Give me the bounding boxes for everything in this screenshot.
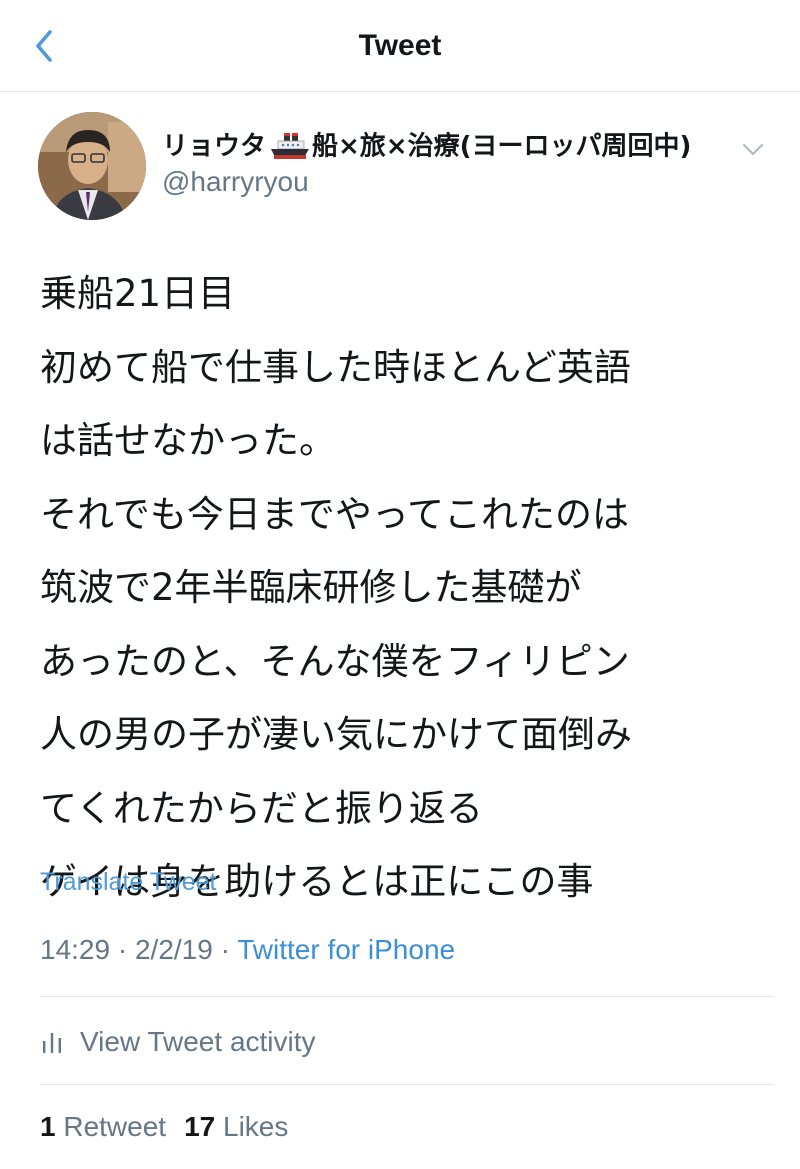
tweet-text-line: てくれたからだと振り返る [40,786,483,830]
tweet-detail-page: Tweet リョウタ 船×旅×治療(ヨーロッパ周回中) @harryryou 乗… [0,0,800,1169]
translate-tweet-link[interactable]: Translate Tweet [40,864,216,900]
tweet-text-line: 人の男の子が凄い気にかけて面倒み [40,713,632,756]
tweet-text-line: それでも今日までやってこれたのは [40,492,630,536]
meta-separator: · [220,934,230,965]
author-handle[interactable]: @harryryou [162,164,309,200]
more-options-button[interactable] [740,140,766,160]
avatar[interactable] [38,112,146,220]
ship-emoji-icon [271,132,310,159]
retweets-count: 1 [40,1111,56,1142]
author-display-name[interactable]: リョウタ 船×旅×治療(ヨーロッパ周回中) [162,126,691,167]
likes-label: Likes [223,1111,289,1142]
retweets-label: Retweet [63,1111,167,1142]
meta-separator: · [117,934,128,965]
divider [40,1084,774,1085]
tweet-text-line: 初めて船で仕事した時ほとんど英語 [40,345,631,389]
tweet-text-line: あったのと、そんな僕をフィリピン [40,639,630,683]
top-nav-bar: Tweet [0,0,800,92]
tweet-source-link[interactable]: Twitter for iPhone [237,934,455,965]
tweet-text: 乗船21日目 初めて船で仕事した時ほとんど英語 は話せなかった。 それでも今日ま… [40,257,770,919]
avatar-image [38,112,146,220]
author-name-suffix: 船×旅×治療(ヨーロッパ周回中) [312,131,692,162]
tweet-text-line: 筑波で2年半臨床研修した基礎が [40,566,582,609]
likes-count: 17 [184,1111,216,1142]
retweets-stat[interactable]: 1 Retweet [40,1111,166,1142]
tweet-text-line: は話せなかった。 [40,419,336,462]
chevron-down-icon [743,144,763,155]
view-tweet-activity-button[interactable]: View Tweet activity [40,1020,316,1064]
tweet-text-line: 乗船21日目 [40,272,236,315]
tweet-date: 2/2/19 [134,934,213,965]
author-name-prefix: リョウタ [162,131,267,162]
divider [40,996,774,997]
tweet-time: 14:29 [40,934,111,965]
activity-label: View Tweet activity [80,1026,316,1057]
bar-chart-icon [43,1032,61,1053]
likes-stat[interactable]: 17 Likes [184,1111,288,1142]
page-title: Tweet [358,29,442,62]
tweet-timestamp: 14:29 · 2/2/19 · Twitter for iPhone [40,930,455,970]
tweet-stats: 1 Retweet 17 Likes [40,1106,288,1148]
